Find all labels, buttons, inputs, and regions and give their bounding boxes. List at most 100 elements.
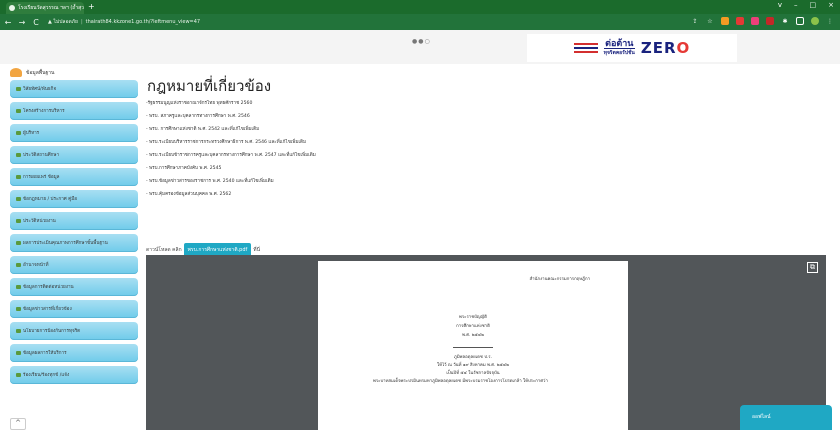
sidebar-item-label: ข้อมูลข่าวสารที่เกี่ยวข้อง bbox=[23, 306, 72, 312]
back-icon[interactable]: ← bbox=[2, 18, 14, 27]
browser-tab[interactable]: โรงเรียนวัดสุวรรณ ฯลฯ (ถ้ำสุวรรณ) × bbox=[6, 2, 84, 14]
minimize-icon[interactable]: – bbox=[794, 1, 798, 9]
tab-search-icon[interactable]: v bbox=[778, 1, 782, 9]
bullet-icon bbox=[16, 153, 21, 157]
star-icon[interactable]: ☆ bbox=[706, 17, 714, 25]
bullet-icon bbox=[16, 175, 21, 179]
law-list: -รัฐธรรมนูญแห่งราชอาณาจักรไทย พุทธศักราช… bbox=[146, 101, 826, 198]
sidebar-header: ข้อมูลพื้นฐาน bbox=[10, 68, 54, 77]
sidebar: วิสัยทัศน์/พันธกิจโครงสร้างการบริหารผู้บ… bbox=[10, 80, 138, 388]
sidebar-item[interactable]: ประวัติหน่วยงาน bbox=[10, 212, 138, 230]
bullet-icon bbox=[16, 197, 21, 201]
sidebar-item-label: ข้อมูลการติดต่อหน่วยงาน bbox=[23, 284, 74, 290]
zero-logo: ZERO bbox=[640, 39, 691, 57]
bullet-icon bbox=[16, 351, 21, 355]
address-bar[interactable]: ▲ ไม่ปลอดภัย | thairath84.kkzone1.go.th/… bbox=[48, 16, 468, 28]
main-content: กฎหมายที่เกี่ยวข้อง -รัฐธรรมนูญแห่งราชอา… bbox=[146, 74, 826, 257]
sidebar-item-label: อำนาจหน้าที่ bbox=[23, 262, 49, 268]
pdf-doc-year: พ.ศ. ๒๕๔๒ bbox=[462, 333, 484, 338]
puzzle-icon[interactable]: ✱ bbox=[781, 17, 789, 25]
sidebar-item-label: ประวัติหน่วยงาน bbox=[23, 218, 56, 224]
bullet-icon bbox=[16, 241, 21, 245]
profile-icon[interactable] bbox=[811, 17, 819, 25]
carousel-dots[interactable]: ●●○ bbox=[412, 38, 431, 45]
browser-toolbar: ← → C ▲ ไม่ปลอดภัย | thairath84.kkzone1.… bbox=[0, 14, 840, 30]
flag-icon bbox=[573, 43, 598, 53]
ext-pink-icon[interactable] bbox=[751, 17, 759, 25]
ext-orange-icon[interactable] bbox=[721, 17, 729, 25]
reload-icon[interactable]: C bbox=[30, 18, 42, 27]
law-item: - พรบ.การศึกษาภาคบังคับ พ.ศ. 2545 bbox=[146, 166, 222, 171]
menu-icon[interactable]: ⋮ bbox=[826, 17, 834, 25]
law-item: - พรบ.ระเบียบบริหารราชการกระทรวงศึกษาธิก… bbox=[146, 140, 307, 145]
sidebar-item[interactable]: อำนาจหน้าที่ bbox=[10, 256, 138, 274]
sidebar-item-label: ร้องเรียน/ร้องทุกข์ /แจ้ง bbox=[23, 372, 70, 378]
window-controls: v – □ × bbox=[778, 1, 834, 9]
popout-icon[interactable]: ⧉ bbox=[807, 262, 818, 273]
anti-corruption-logo: ต่อต้าน ทุจริตคอรัปชั่น ZERO bbox=[527, 34, 737, 62]
pdf-divider bbox=[453, 347, 493, 348]
pdf-page: สำนักงานคณะกรรมการกฤษฎีกา พระราชบัญญัติ … bbox=[318, 261, 628, 436]
law-item: - พรบ.คุ้มครองข้อมูลส่วนบุคคล พ.ศ. 2562 bbox=[146, 192, 232, 197]
bullet-icon bbox=[16, 285, 21, 289]
sidebar-item-label: นโยบายการป้องกันการทุจริต bbox=[23, 328, 81, 334]
chat-status-button[interactable]: ออฟไลน์ bbox=[740, 405, 832, 430]
sidebar-item-label: วิสัยทัศน์/พันธกิจ bbox=[23, 86, 57, 92]
sidebar-item[interactable]: ประวัติสถานศึกษา bbox=[10, 146, 138, 164]
page-title: กฎหมายที่เกี่ยวข้อง bbox=[147, 77, 272, 95]
bullet-icon bbox=[16, 109, 21, 113]
law-item: - พรบ.ข้อมูลข่าวสารของราชการ พ.ศ. 2540 แ… bbox=[146, 179, 274, 184]
sidebar-item-label: โครงสร้างการบริหาร bbox=[23, 108, 65, 114]
sidebar-item[interactable]: ข้อมูลผลการให้บริการ bbox=[10, 344, 138, 362]
sidebar-item[interactable]: ผู้บริหาร bbox=[10, 124, 138, 142]
sidebar-item[interactable]: วิสัยทัศน์/พันธกิจ bbox=[10, 80, 138, 98]
close-icon[interactable]: × bbox=[828, 1, 834, 9]
law-item: -รัฐธรรมนูญแห่งราชอาณาจักรไทย พุทธศักราช… bbox=[146, 101, 253, 106]
url-text: thairath84.kkzone1.go.th/?leftmenu_view=… bbox=[85, 19, 201, 25]
site-banner: ●●○ ต่อต้าน ทุจริตคอรัปชั่น ZERO bbox=[0, 30, 840, 64]
sidebar-item[interactable]: การเผยแพร่ ข้อมูล bbox=[10, 168, 138, 186]
tab-title: โรงเรียนวัดสุวรรณ ฯลฯ (ถ้ำสุวรรณ) × bbox=[18, 5, 84, 11]
pdf-agency: สำนักงานคณะกรรมการกฤษฎีกา bbox=[529, 277, 591, 282]
anti-corruption-text: ต่อต้าน ทุจริตคอรัปชั่น bbox=[603, 38, 635, 56]
maximize-icon[interactable]: □ bbox=[810, 1, 817, 9]
bullet-icon bbox=[16, 263, 21, 267]
new-tab-button[interactable]: + bbox=[88, 2, 95, 12]
extension-icons: ⇪ ☆ ✱ ⋮ bbox=[691, 17, 834, 25]
browser-titlebar: โรงเรียนวัดสุวรรณ ฯลฯ (ถ้ำสุวรรณ) × + v … bbox=[0, 0, 840, 14]
share-icon[interactable]: ⇪ bbox=[691, 17, 699, 25]
sidebar-item-label: การเผยแพร่ ข้อมูล bbox=[23, 174, 60, 180]
pdf-doc-title: พระราชบัญญัติ bbox=[459, 315, 487, 320]
pdf-viewer[interactable]: สำนักงานคณะกรรมการกฤษฎีกา พระราชบัญญัติ … bbox=[146, 255, 826, 436]
panel-icon[interactable] bbox=[796, 17, 804, 25]
sidebar-item[interactable]: ข้อมูลข่าวสารที่เกี่ยวข้อง bbox=[10, 300, 138, 318]
bullet-icon bbox=[16, 373, 21, 377]
sidebar-item-label: ผู้บริหาร bbox=[23, 130, 40, 136]
bullet-icon bbox=[16, 307, 21, 311]
ext-red2-icon[interactable] bbox=[766, 17, 774, 25]
sidebar-item[interactable]: ข้อมูลการติดต่อหน่วยงาน bbox=[10, 278, 138, 296]
law-item: - พรบ.ระเบียบข้าราชการครูและบุคลากรทางกา… bbox=[146, 153, 316, 158]
security-warning: ไม่ปลอดภัย bbox=[53, 19, 78, 25]
sidebar-item-label: ผลการประเมินคุณภาพการศึกษาขั้นพื้นฐาน bbox=[23, 240, 108, 246]
sidebar-item[interactable]: นโยบายการป้องกันการทุจริต bbox=[10, 322, 138, 340]
scroll-top-button[interactable]: ^ bbox=[10, 418, 26, 430]
sidebar-item[interactable]: ข้อกฎหมาย / ประกาศ คู่มือ bbox=[10, 190, 138, 208]
bullet-icon bbox=[16, 131, 21, 135]
pdf-doc-name: การศึกษาแห่งชาติ bbox=[456, 324, 490, 329]
forward-icon[interactable]: → bbox=[16, 18, 28, 27]
sidebar-item-label: ข้อมูลผลการให้บริการ bbox=[23, 350, 67, 356]
pdf-body: พระบาทสมเด็จพระปรมินทรมหาภูมิพลอดุลยเดช … bbox=[373, 379, 548, 384]
favicon-icon bbox=[9, 5, 15, 11]
download-link[interactable]: ที่นี่ bbox=[253, 246, 260, 254]
sidebar-item[interactable]: โครงสร้างการบริหาร bbox=[10, 102, 138, 120]
sidebar-item[interactable]: ผลการประเมินคุณภาพการศึกษาขั้นพื้นฐาน bbox=[10, 234, 138, 252]
sidebar-item-label: ข้อกฎหมาย / ประกาศ คู่มือ bbox=[23, 196, 78, 202]
pdf-king: ภูมิพลอดุลยเดช ป.ร. bbox=[454, 355, 492, 360]
pdf-reign: เป็นปีที่ ๕๔ ในรัชกาลปัจจุบัน bbox=[446, 371, 500, 376]
sidebar-item-label: ประวัติสถานศึกษา bbox=[23, 152, 60, 158]
ext-red-icon[interactable] bbox=[736, 17, 744, 25]
sidebar-item[interactable]: ร้องเรียน/ร้องทุกข์ /แจ้ง bbox=[10, 366, 138, 384]
pdf-given-date: ให้ไว้ ณ วันที่ ๑๙ สิงหาคม พ.ศ. ๒๕๔๒ bbox=[437, 363, 509, 368]
folder-icon bbox=[10, 68, 22, 77]
